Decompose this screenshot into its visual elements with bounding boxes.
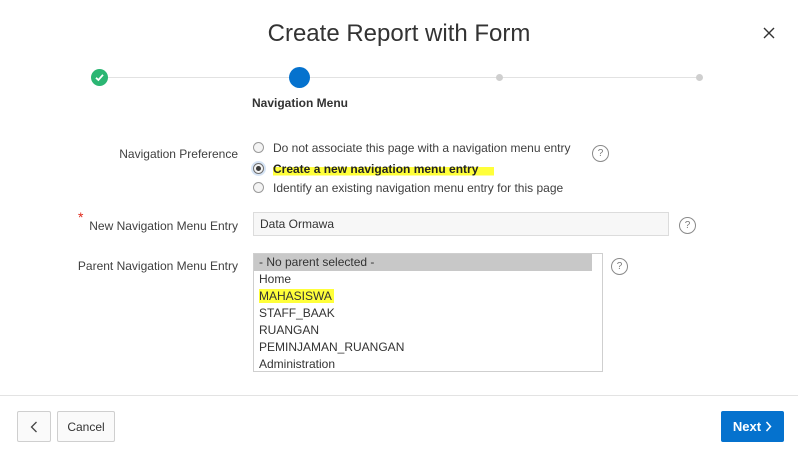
next-button[interactable]: Next [721,411,784,442]
help-icon[interactable]: ? [611,258,628,275]
option-label: PEMINJAMAN_RUANGAN [259,340,405,354]
option-label: MAHASISWA [259,289,334,303]
option-label: STAFF_BAAK [259,306,335,320]
help-icon[interactable]: ? [592,145,609,162]
help-icon[interactable]: ? [679,217,696,234]
radio-option-no-association[interactable]: Do not associate this page with a naviga… [253,139,571,156]
list-option[interactable]: - No parent selected - [254,254,592,271]
previous-button[interactable] [17,411,51,442]
option-label: - No parent selected - [259,255,375,269]
wizard-step-completed [91,69,108,86]
navigation-preference-label: Navigation Preference [119,147,238,161]
option-label: RUANGAN [259,323,320,337]
wizard-track [100,77,700,78]
radio-label: Create a new navigation menu entry [273,161,495,176]
wizard-step-future [696,74,703,81]
chevron-left-icon [30,421,37,432]
wizard-step-current [289,67,310,88]
check-icon [95,74,104,82]
parent-menu-entry-label: Parent Navigation Menu Entry [77,259,238,273]
close-icon[interactable] [760,24,778,42]
next-button-label: Next [732,419,762,434]
list-option[interactable]: RUANGAN [254,322,602,339]
parent-menu-entry-listbox[interactable]: - No parent selected - Home MAHASISWA ST… [253,253,603,372]
option-label: Administration [259,357,336,371]
list-option[interactable]: STAFF_BAAK [254,305,602,322]
list-option[interactable]: Home [254,271,602,288]
wizard-step-label: Navigation Menu [251,96,348,110]
new-menu-entry-input[interactable] [253,212,669,236]
radio-label: Identify an existing navigation menu ent… [273,180,564,195]
wizard-step-future [496,74,503,81]
list-option[interactable]: PEMINJAMAN_RUANGAN [254,339,602,356]
new-menu-entry-label: New Navigation Menu Entry [89,219,238,233]
chevron-right-icon [766,421,772,432]
option-label: Home [259,272,292,286]
required-marker: * [78,209,84,225]
radio-option-create-new[interactable]: Create a new navigation menu entry [253,160,495,177]
list-option[interactable]: MAHASISWA [254,288,602,305]
dialog-title: Create Report with Form [267,20,531,47]
footer-divider [0,395,798,396]
radio-button-checked[interactable] [253,163,264,174]
radio-button[interactable] [253,182,264,193]
radio-label: Do not associate this page with a naviga… [273,140,571,155]
radio-option-existing[interactable]: Identify an existing navigation menu ent… [253,179,563,196]
list-option[interactable]: Administration [254,356,602,371]
radio-button[interactable] [253,142,264,153]
cancel-button[interactable]: Cancel [57,411,115,442]
